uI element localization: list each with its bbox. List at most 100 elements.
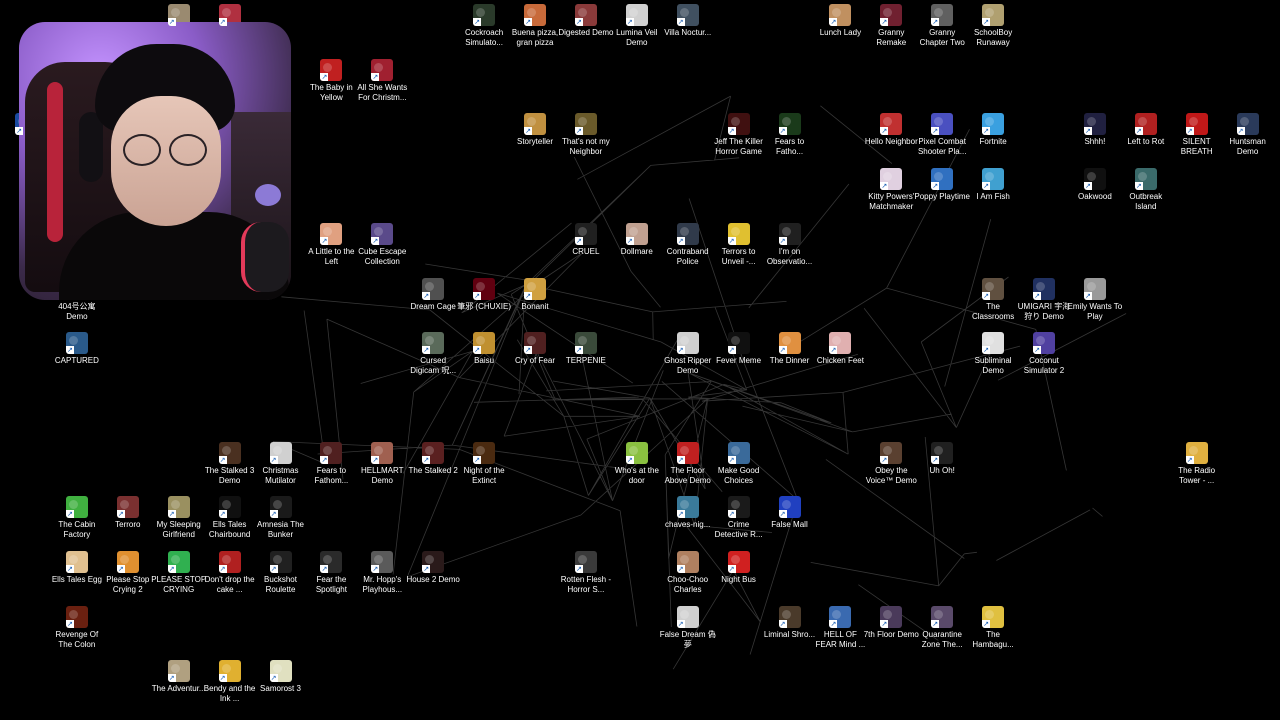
desktop-icon-samorost-3[interactable]: ↗ Samorost 3 [256,658,306,708]
desktop-icon-revenge-of-the-colon[interactable]: ↗ Revenge Of The Colon [52,604,102,654]
desktop-icon-choo-choo-charles[interactable]: ↗ Choo-Choo Charles [663,549,713,599]
desktop-icon-bendy-and-the-ink[interactable]: ↗ Bendy and the Ink ... [204,658,255,708]
desktop-icon-hell-of-fear-mind[interactable]: ↗ HELL OF FEAR Mind ... [815,604,865,654]
desktop-icon-house-2-demo[interactable]: ↗ House 2 Demo [407,549,460,599]
desktop-icon-digested-demo[interactable]: ↗ Digested Demo [558,2,613,52]
desktop-icon-don-t-drop-the-cake[interactable]: ↗ Don't drop the cake ... [205,549,255,599]
shortcut-arrow-icon: ↗ [167,565,176,573]
desktop-icon-christmas-mutilator[interactable]: ↗ Christmas Mutilator [256,440,306,490]
desktop-icon-emily-wants-to-play[interactable]: ↗ Emily Wants To Play [1067,276,1123,326]
desktop-icon-huntsman-demo[interactable]: ↗ Huntsman Demo [1223,111,1273,161]
desktop-icon-subliminal-demo[interactable]: ↗ Subliminal Demo [968,330,1018,380]
desktop-icon-pixel-combat-shooter-pla[interactable]: ↗ Pixel Combat Shooter Pla... [917,111,967,161]
desktop-icon-the-floor-above-demo[interactable]: ↗ The Floor Above Demo [663,440,713,490]
desktop-icon-please-stop-crying-2[interactable]: ↗ Please Stop Crying 2 [103,549,153,599]
desktop-icon-dollmare[interactable]: ↗ Dollmare [612,221,662,271]
desktop-icon-the-stalked-3-demo[interactable]: ↗ The Stalked 3 Demo [205,440,255,490]
desktop-icon-terpenie[interactable]: ↗ TERPENIE [561,330,611,380]
desktop-icon-amnesia-the-bunker[interactable]: ↗ Amnesia The Bunker [256,494,306,544]
desktop-icon-poppy-playtime[interactable]: ↗ Poppy Playtime [914,166,970,216]
desktop-icon-coconut-simulator-2[interactable]: ↗ Coconut Simulator 2 [1019,330,1069,380]
desktop-icon-hello-neighbor[interactable]: ↗ Hello Neighbor [865,111,918,161]
desktop-icon-fever-meme[interactable]: ↗ Fever Meme [714,330,764,380]
desktop-icon-mr-hopp-s-playhous[interactable]: ↗ Mr. Hopp's Playhous... [357,549,407,599]
desktop-icon-all-she-wants-for-christm[interactable]: ↗ All She Wants For Christm... [357,57,407,107]
desktop-icon-the-classrooms[interactable]: ↗ The Classrooms [968,276,1018,326]
desktop-icon-false-dream[interactable]: ↗ False Dream 偽夢 [660,604,716,654]
desktop-icon-umigari-demo[interactable]: ↗ UMIGARI 宇海狩り Demo [1018,276,1070,326]
desktop-icon-captured[interactable]: ↗ CAPTURED [52,330,102,380]
desktop-icon-night-bus[interactable]: ↗ Night Bus [714,549,764,599]
desktop-icon-oakwood[interactable]: ↗ Oakwood [1070,166,1120,216]
desktop-icon-my-sleeping-girlfriend[interactable]: ↗ My Sleeping Girlfriend [154,494,204,544]
desktop-icon-the-baby-in-yellow[interactable]: ↗ The Baby in Yellow [306,57,356,107]
desktop-icon-the-stalked-2[interactable]: ↗ The Stalked 2 [408,440,458,490]
desktop-icon-storyteller[interactable]: ↗ Storyteller [510,111,560,161]
desktop-icon-the-radio-tower[interactable]: ↗ The Radio Tower - ... [1172,440,1222,490]
desktop-icon-lunch-lady[interactable]: ↗ Lunch Lady [815,2,865,52]
desktop-icon-a-little-to-the-left[interactable]: ↗ A Little to the Left [306,221,356,271]
desktop-icon-granny-chapter-two[interactable]: ↗ Granny Chapter Two [917,2,967,52]
desktop-icon-cursed-digicam[interactable]: ↗ Cursed Digicam 呪... [408,330,458,380]
desktop-icon-left-to-rot[interactable]: ↗ Left to Rot [1121,111,1171,161]
desktop-icon-false-mall[interactable]: ↗ False Mall [765,494,815,544]
desktop-icon-the-dinner[interactable]: ↗ The Dinner [765,330,815,380]
desktop-icon-lumina-veil-demo[interactable]: ↗ Lumina Veil Demo [612,2,662,52]
desktop-icon-label: Emily Wants To Play [1067,301,1123,321]
desktop-icon-schoolboy-runaway[interactable]: ↗ SchoolBoy Runaway [968,2,1018,52]
desktop-icon-fear-the-spotlight[interactable]: ↗ Fear the Spotlight [306,549,356,599]
desktop-icon-chicken-feet[interactable]: ↗ Chicken Feet [815,330,865,380]
desktop-icon-cry-of-fear[interactable]: ↗ Cry of Fear [510,330,560,380]
desktop-icon-liminal-shro[interactable]: ↗ Liminal Shro... [764,604,815,654]
desktop-icon-cruel[interactable]: ↗ CRUEL [561,221,611,271]
desktop-icon-ells-tales-egg[interactable]: ↗ Ells Tales Egg [52,549,102,599]
desktop-icon-label: A Little to the Left [308,246,355,266]
desktop-icon-the-adventur[interactable]: ↗ The Adventur... [152,658,206,708]
desktop-icon-buckshot-roulette[interactable]: ↗ Buckshot Roulette [256,549,306,599]
desktop-icon-buena-pizza-gran-pizza[interactable]: ↗ Buena pizza, gran pizza [510,2,560,52]
desktop-icon-shhh[interactable]: ↗ Shhh! [1070,111,1120,161]
desktop-icon-night-of-the-extinct[interactable]: ↗ Night of the Extinct [459,440,509,490]
desktop-icon-please-stop-crying[interactable]: ↗ PLEASE STOP CRYING [151,549,206,599]
desktop-icon-fears-to-fathom[interactable]: ↗ Fears to Fathom... [306,440,356,490]
desktop-icon-fears-to-fatho[interactable]: ↗ Fears to Fatho... [765,111,815,161]
desktop-icon-make-good-choices[interactable]: ↗ Make Good Choices [714,440,764,490]
desktop-icon-chuxie[interactable]: ↗ 筆邪 (CHUXIE) [457,276,511,326]
desktop-icon-cockroach-simulato[interactable]: ↗ Cockroach Simulato... [459,2,509,52]
desktop-icon-quarantine-zone-the[interactable]: ↗ Quarantine Zone The... [917,604,967,654]
shortcut-arrow-icon: ↗ [778,127,787,136]
desktop-icon-bonanit[interactable]: ↗ Bonanit [510,276,560,326]
desktop-icon-rotten-flesh-horror-s[interactable]: ↗ Rotten Flesh - Horror S... [561,549,611,599]
desktop-icon-i-m-on-observatio[interactable]: ↗ I'm on Observatio... [765,221,815,271]
desktop-icon-granny-remake[interactable]: ↗ Granny Remake [866,2,916,52]
desktop-icon-uh-oh[interactable]: ↗ Uh Oh! [917,440,967,490]
desktop-icon-silent-breath[interactable]: ↗ SILENT BREATH [1172,111,1222,161]
desktop-icon-label: Don't drop the cake ... [204,575,255,594]
desktop-icon-the-hambagu[interactable]: ↗ The Hambagu... [968,604,1018,654]
desktop-icon-kitty-powers-matchmaker[interactable]: ↗ Kitty Powers' Matchmaker [866,166,916,216]
desktop-icon-i-am-fish[interactable]: ↗ I Am Fish [968,166,1018,216]
desktop-icon-crime-detective-r[interactable]: ↗ Crime Detective R... [714,494,764,544]
desktop-icon-that-s-not-my-neighbor[interactable]: ↗ That's not my Neighbor [561,111,611,161]
desktop-icon-villa-noctur[interactable]: ↗ Villa Noctur... [663,2,713,52]
desktop-icon-baisu[interactable]: ↗ Baisu [459,330,509,380]
desktop-icon-contraband-police[interactable]: ↗ Contraband Police [663,221,713,271]
desktop-icon-dream-cage[interactable]: ↗ Dream Cage [408,276,458,326]
desktop-icon-ghost-ripper-demo[interactable]: ↗ Ghost Ripper Demo [663,330,713,380]
desktop-icon-terroro[interactable]: ↗ Terroro [103,494,153,544]
shortcut-arrow-icon: ↗ [931,182,940,191]
desktop-icon-outbreak-island[interactable]: ↗ Outbreak Island [1121,166,1171,216]
desktop-icon-the-cabin-factory[interactable]: ↗ The Cabin Factory [52,494,102,544]
desktop-icon-obey-the-voice-demo[interactable]: ↗ Obey the Voice™ Demo [866,440,917,490]
app-thumbnail-icon: ↗ [1083,168,1106,191]
desktop-icon-7th-floor-demo[interactable]: ↗ 7th Floor Demo [864,604,919,654]
desktop-icon-fortnite[interactable]: ↗ Fortnite [968,111,1018,161]
desktop-icon-ells-tales-chairbound[interactable]: ↗ Ells Tales Chairbound [205,494,255,544]
desktop-icon-chaves-nig[interactable]: ↗ chaves-nig... [663,494,713,544]
desktop-icon-cube-escape-collection[interactable]: ↗ Cube Escape Collection [357,221,407,271]
desktop-icon-terrors-to-unveil[interactable]: ↗ Terrors to Unveil -... [714,221,764,271]
desktop-icon-jeff-the-killer-horror-game[interactable]: ↗ Jeff The Killer Horror Game [714,111,764,161]
desktop-icon-hellmart-demo[interactable]: ↗ HELLMART Demo [357,440,407,490]
desktop-icon-label: Dollmare [620,246,653,256]
desktop-icon-who-s-at-the-door[interactable]: ↗ Who's at the door [612,440,662,490]
